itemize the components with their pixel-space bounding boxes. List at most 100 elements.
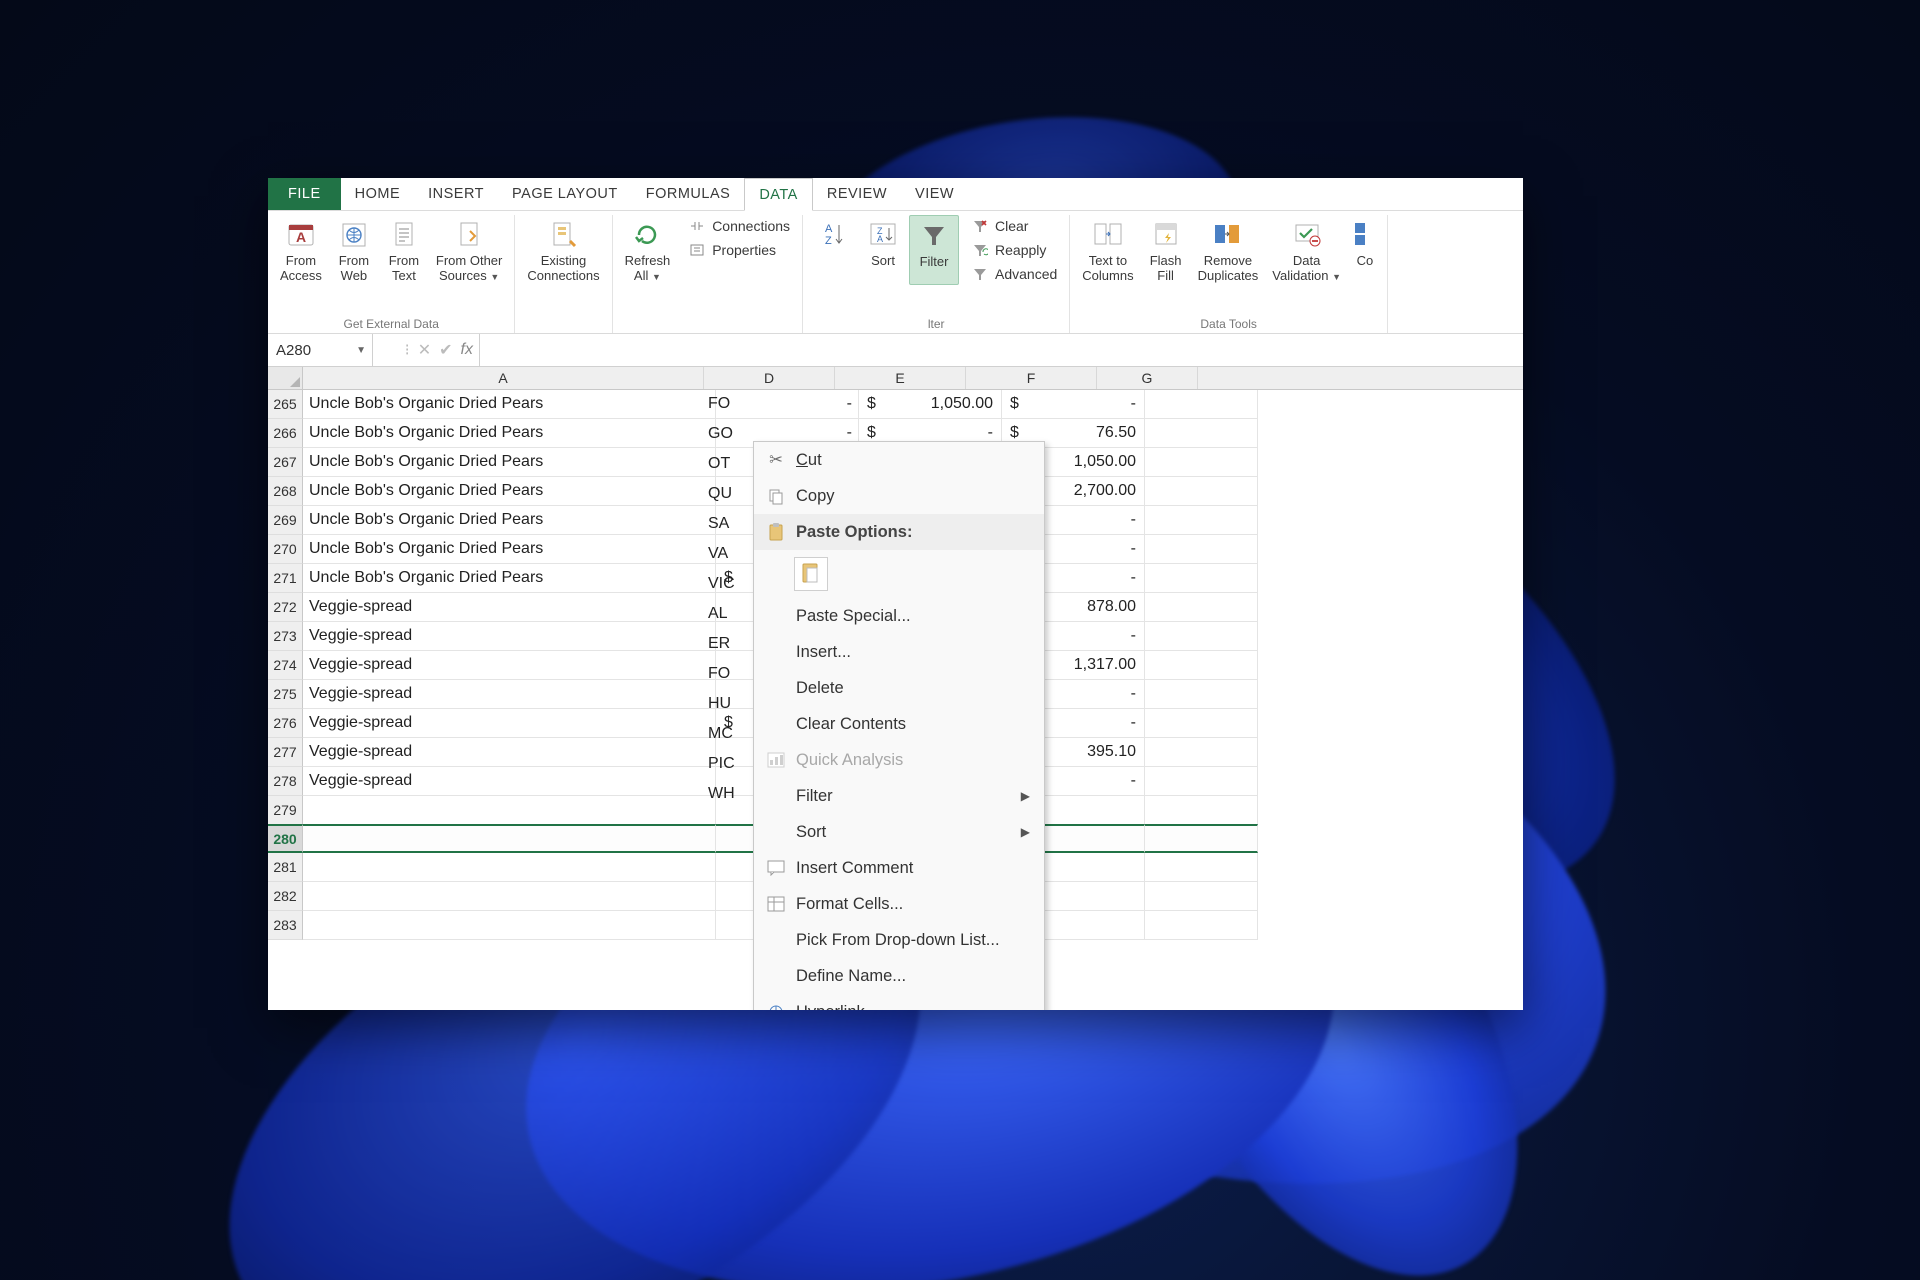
cell-a[interactable]: Veggie-spread xyxy=(303,680,716,709)
cell-a[interactable] xyxy=(303,796,716,825)
row-header[interactable]: 270 xyxy=(268,535,303,564)
ctx-insert-comment[interactable]: Insert Comment xyxy=(754,850,1044,886)
cell-a[interactable]: Veggie-spread xyxy=(303,709,716,738)
cell-a[interactable]: Uncle Bob's Organic Dried Pears xyxy=(303,390,716,419)
ctx-pick-from-list[interactable]: Pick From Drop-down List... xyxy=(754,922,1044,958)
row-header[interactable]: 277 xyxy=(268,738,303,767)
cell-b[interactable]: FO xyxy=(702,389,762,419)
select-all-cell[interactable] xyxy=(268,367,303,389)
row-header[interactable]: 279 xyxy=(268,796,303,825)
cell-a[interactable]: Veggie-spread xyxy=(303,767,716,796)
ctx-define-name[interactable]: Define Name... xyxy=(754,958,1044,994)
cell-g[interactable] xyxy=(1145,882,1258,911)
ctx-filter[interactable]: Filter▶ xyxy=(754,778,1044,814)
cell-g[interactable] xyxy=(1145,824,1258,853)
cell-a[interactable]: Veggie-spread xyxy=(303,622,716,651)
column-header-d[interactable]: D xyxy=(704,367,835,389)
ctx-hyperlink[interactable]: Hyperlink... xyxy=(754,994,1044,1010)
row-header[interactable]: 265 xyxy=(268,390,303,419)
cell-a[interactable]: Uncle Bob's Organic Dried Pears xyxy=(303,535,716,564)
cell-g[interactable] xyxy=(1145,853,1258,882)
cell-g[interactable] xyxy=(1145,767,1258,796)
worksheet-area[interactable]: A D E F G 265Uncle Bob's Organic Dried P… xyxy=(268,367,1523,1010)
remove-duplicates-button[interactable]: Remove Duplicates xyxy=(1192,215,1265,285)
cell-g[interactable] xyxy=(1145,622,1258,651)
cell-g[interactable] xyxy=(1145,593,1258,622)
cell-f[interactable]: $- xyxy=(1002,390,1145,419)
advanced-filter-button[interactable]: Advanced xyxy=(965,263,1063,285)
flash-fill-button[interactable]: Flash Fill xyxy=(1142,215,1190,285)
from-other-sources-button[interactable]: From Other Sources ▼ xyxy=(430,215,508,285)
cell-a[interactable]: Veggie-spread xyxy=(303,593,716,622)
consolidate-button[interactable]: Co xyxy=(1349,215,1381,285)
cell-e[interactable]: $1,050.00 xyxy=(859,390,1002,419)
from-access-button[interactable]: A From Access xyxy=(274,215,328,285)
row-header[interactable]: 267 xyxy=(268,448,303,477)
row-header[interactable]: 281 xyxy=(268,853,303,882)
cell-g[interactable] xyxy=(1145,564,1258,593)
row-header[interactable]: 269 xyxy=(268,506,303,535)
properties-button[interactable]: Properties xyxy=(682,239,796,261)
enter-formula-icon[interactable]: ✔ xyxy=(439,340,452,360)
from-text-button[interactable]: From Text xyxy=(380,215,428,285)
tab-view[interactable]: VIEW xyxy=(901,178,968,210)
ctx-delete[interactable]: Delete xyxy=(754,670,1044,706)
tab-review[interactable]: REVIEW xyxy=(813,178,901,210)
row-header[interactable]: 280 xyxy=(268,824,303,853)
cell-a[interactable]: Uncle Bob's Organic Dried Pears xyxy=(303,564,716,593)
row-header[interactable]: 283 xyxy=(268,911,303,940)
row-header[interactable]: 266 xyxy=(268,419,303,448)
column-header-e[interactable]: E xyxy=(835,367,966,389)
cell-g[interactable] xyxy=(1145,448,1258,477)
text-to-columns-button[interactable]: Text to Columns xyxy=(1076,215,1139,285)
cell-a[interactable]: Uncle Bob's Organic Dried Pears xyxy=(303,448,716,477)
ctx-paste-special[interactable]: Paste Special... xyxy=(754,598,1044,634)
row-header[interactable]: 274 xyxy=(268,651,303,680)
row-header[interactable]: 276 xyxy=(268,709,303,738)
cell-g[interactable] xyxy=(1145,796,1258,825)
cell-a[interactable]: Uncle Bob's Organic Dried Pears xyxy=(303,477,716,506)
cell-a[interactable]: Veggie-spread xyxy=(303,651,716,680)
column-header-g[interactable]: G xyxy=(1097,367,1198,389)
connections-button[interactable]: Connections xyxy=(682,215,796,237)
ctx-copy[interactable]: Copy xyxy=(754,478,1044,514)
cell-g[interactable] xyxy=(1145,477,1258,506)
row-header[interactable]: 273 xyxy=(268,622,303,651)
paste-default-button[interactable] xyxy=(794,557,828,591)
tab-page-layout[interactable]: PAGE LAYOUT xyxy=(498,178,632,210)
cell-g[interactable] xyxy=(1145,390,1258,419)
cell-a[interactable] xyxy=(303,824,716,853)
column-header-f[interactable]: F xyxy=(966,367,1097,389)
refresh-all-button[interactable]: Refresh All ▼ xyxy=(619,215,677,285)
insert-function-colon-icon[interactable]: ⁝ xyxy=(405,340,410,360)
filter-button[interactable]: Filter xyxy=(909,215,959,285)
cell-g[interactable] xyxy=(1145,911,1258,940)
cell-g[interactable] xyxy=(1145,738,1258,767)
row-header[interactable]: 282 xyxy=(268,882,303,911)
cell-a[interactable]: Uncle Bob's Organic Dried Pears xyxy=(303,506,716,535)
ctx-sort[interactable]: Sort▶ xyxy=(754,814,1044,850)
existing-connections-button[interactable]: Existing Connections xyxy=(521,215,605,283)
ctx-insert[interactable]: Insert... xyxy=(754,634,1044,670)
row-header[interactable]: 268 xyxy=(268,477,303,506)
tab-data[interactable]: DATA xyxy=(744,178,813,211)
clear-filter-button[interactable]: Clear xyxy=(965,215,1063,237)
cell-g[interactable] xyxy=(1145,709,1258,738)
tab-home[interactable]: HOME xyxy=(341,178,415,210)
reapply-filter-button[interactable]: Reapply xyxy=(965,239,1063,261)
row-header[interactable]: 271 xyxy=(268,564,303,593)
cell-g[interactable] xyxy=(1145,680,1258,709)
sort-az-button[interactable]: AZ xyxy=(809,215,857,285)
cell-a[interactable]: Veggie-spread xyxy=(303,738,716,767)
cell-g[interactable] xyxy=(1145,651,1258,680)
row-header[interactable]: 278 xyxy=(268,767,303,796)
cell-a[interactable]: Uncle Bob's Organic Dried Pears xyxy=(303,419,716,448)
formula-bar[interactable] xyxy=(480,334,1523,366)
cell-a[interactable] xyxy=(303,882,716,911)
cell-a[interactable] xyxy=(303,911,716,940)
ctx-cut[interactable]: ✂CCutut xyxy=(754,442,1044,478)
row-header[interactable]: 275 xyxy=(268,680,303,709)
ctx-format-cells[interactable]: Format Cells... xyxy=(754,886,1044,922)
fx-icon[interactable]: fx xyxy=(461,341,473,359)
cell-g[interactable] xyxy=(1145,419,1258,448)
